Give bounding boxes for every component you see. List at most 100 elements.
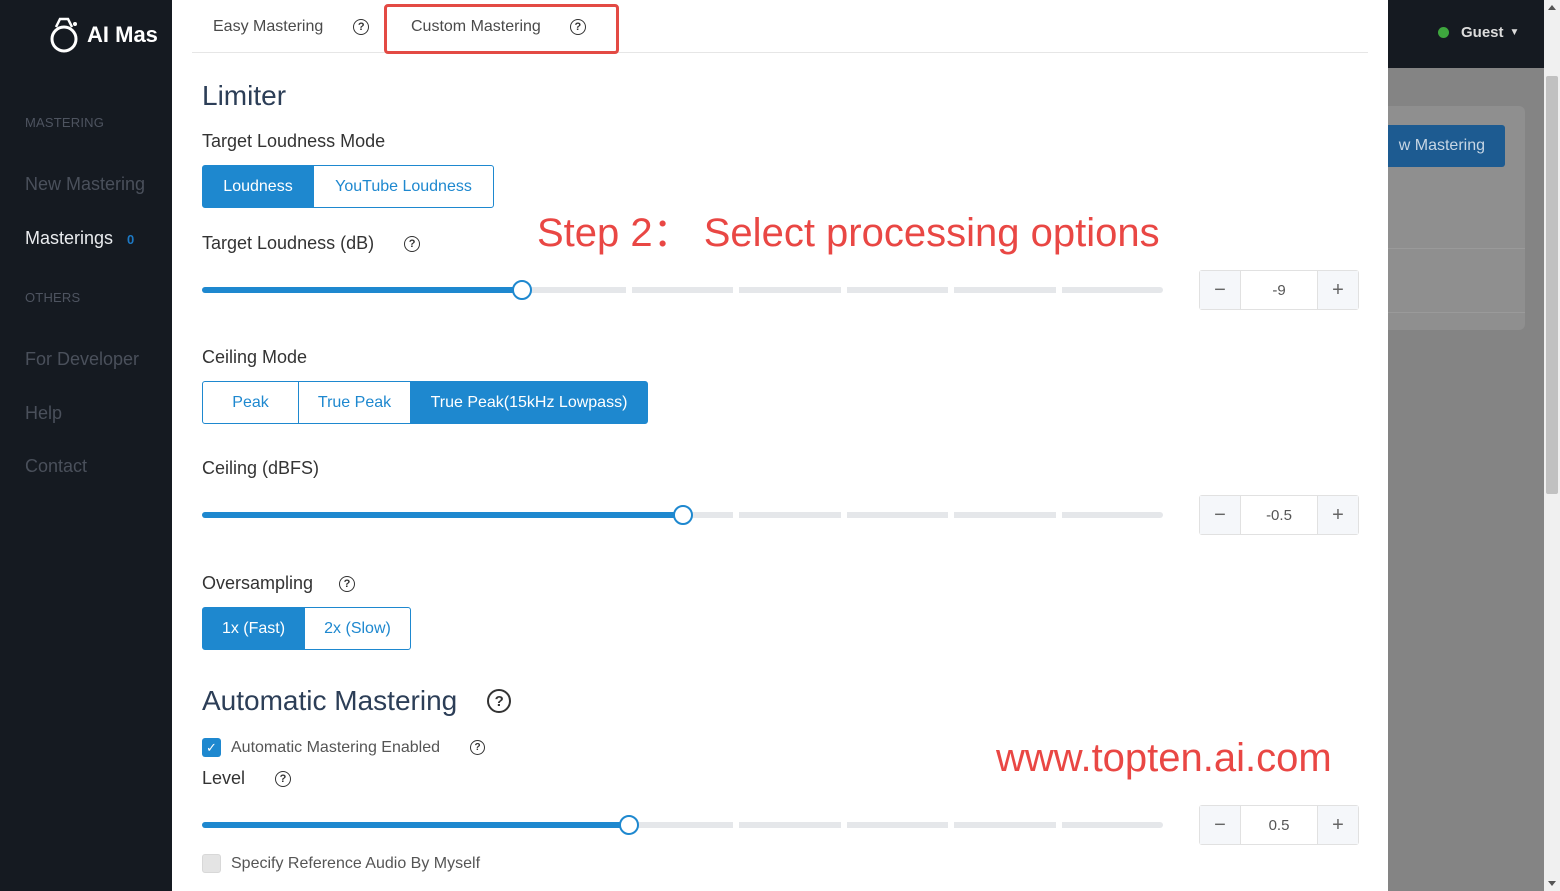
automatic-mastering-heading: Automatic Mastering ? xyxy=(202,685,512,717)
ceiling-stepper: − -0.5 + xyxy=(1199,495,1359,535)
card-divider xyxy=(1388,312,1525,313)
decrement-button[interactable]: − xyxy=(1200,806,1240,844)
slider-handle[interactable] xyxy=(673,505,693,525)
ceiling-value[interactable]: -0.5 xyxy=(1240,496,1318,534)
tab-label: Easy Mastering xyxy=(213,17,324,35)
target-loudness-mode-label: Target Loudness Mode xyxy=(202,131,386,151)
slider-track-segment xyxy=(524,287,626,293)
slider-track-segment xyxy=(954,822,1056,828)
slider-track-segment xyxy=(1061,512,1163,518)
new-mastering-button[interactable]: w Mastering xyxy=(1372,125,1505,167)
caret-down-icon: ▼ xyxy=(1509,27,1520,38)
masterings-count-badge: 0 xyxy=(127,232,135,247)
help-icon[interactable]: ? xyxy=(275,770,292,787)
level-label: Level ? xyxy=(202,768,292,789)
card-divider xyxy=(1388,248,1525,249)
slider-fill xyxy=(202,822,629,828)
oversampling-text: Oversampling xyxy=(202,573,314,593)
level-text: Level xyxy=(202,768,246,788)
site-watermark: www.topten.ai.com xyxy=(996,736,1332,780)
loudness-mode-youtube-button[interactable]: YouTube Loudness xyxy=(313,165,494,208)
slider-fill xyxy=(202,512,683,518)
oversampling-1x-button[interactable]: 1x (Fast) xyxy=(202,607,305,650)
sidebar-item-label: Masterings xyxy=(25,228,114,248)
ceiling-mode-group: Peak True Peak True Peak(15kHz Lowpass) xyxy=(202,381,648,424)
slider-handle[interactable] xyxy=(512,280,532,300)
reference-audio-checkbox[interactable] xyxy=(202,854,221,873)
user-name: Guest xyxy=(1461,24,1504,41)
slider-track-segment xyxy=(954,287,1056,293)
loudness-mode-loudness-button[interactable]: Loudness xyxy=(202,165,314,208)
app-logo[interactable]: AI Mas xyxy=(47,14,158,56)
help-icon[interactable]: ? xyxy=(404,235,421,252)
user-menu[interactable]: Guest ▼ xyxy=(1438,24,1519,41)
slider-track-segment xyxy=(631,822,734,828)
increment-button[interactable]: + xyxy=(1318,271,1358,309)
limiter-title: Limiter xyxy=(202,80,287,111)
target-loudness-value[interactable]: -9 xyxy=(1240,271,1318,309)
oversampling-label: Oversampling ? xyxy=(202,573,356,594)
step-annotation: Step 2： Select processing options xyxy=(537,211,1160,255)
target-loudness-slider[interactable] xyxy=(202,280,1163,300)
slider-track-segment xyxy=(1061,822,1163,828)
sidebar-item-new-mastering[interactable]: New Mastering xyxy=(25,174,145,195)
sidebar-item-contact[interactable]: Contact xyxy=(25,456,87,477)
slider-fill xyxy=(202,287,522,293)
tab-easy-mastering[interactable]: Easy Mastering ? xyxy=(213,0,370,53)
level-stepper: − 0.5 + xyxy=(1199,805,1359,845)
ceiling-mode-peak-button[interactable]: Peak xyxy=(202,381,299,424)
scrollbar-thumb[interactable] xyxy=(1546,76,1558,494)
slider-track-segment xyxy=(1061,287,1163,293)
ceiling-mode-label: Ceiling Mode xyxy=(202,347,308,367)
increment-button[interactable]: + xyxy=(1318,806,1358,844)
reference-audio-row[interactable]: Specify Reference Audio By Myself xyxy=(202,854,480,873)
scroll-up-arrow-icon[interactable] xyxy=(1548,5,1556,10)
sidebar-item-help[interactable]: Help xyxy=(25,403,62,424)
increment-button[interactable]: + xyxy=(1318,496,1358,534)
slider-track-segment xyxy=(631,287,734,293)
level-value[interactable]: 0.5 xyxy=(1240,806,1318,844)
page-scrollbar[interactable] xyxy=(1544,0,1560,891)
automatic-mastering-title: Automatic Mastering xyxy=(202,685,458,716)
help-icon[interactable]: ? xyxy=(353,18,370,35)
slider-track-segment xyxy=(739,287,841,293)
target-loudness-label: Target Loudness (dB) ? xyxy=(202,233,421,254)
reference-audio-label: Specify Reference Audio By Myself xyxy=(231,854,481,872)
decrement-button[interactable]: − xyxy=(1200,496,1240,534)
sidebar-section-others: OTHERS xyxy=(25,290,81,305)
logo-icon xyxy=(50,17,78,53)
scroll-down-arrow-icon[interactable] xyxy=(1548,881,1556,886)
help-icon[interactable]: ? xyxy=(470,740,485,755)
sidebar: AI Mas MASTERING New Mastering Mastering… xyxy=(0,0,172,891)
decrement-button[interactable]: − xyxy=(1200,271,1240,309)
logo-text: AI Mas xyxy=(87,22,158,47)
sidebar-section-mastering: MASTERING xyxy=(25,115,105,130)
automatic-mastering-checkbox[interactable]: ✓ xyxy=(202,738,221,757)
slider-track-segment xyxy=(846,512,949,518)
target-loudness-stepper: − -9 + xyxy=(1199,270,1359,310)
automatic-mastering-enabled-label: Automatic Mastering Enabled xyxy=(231,738,440,756)
sidebar-item-masterings[interactable]: Masterings 0 xyxy=(25,228,134,249)
slider-track-segment xyxy=(954,512,1056,518)
online-status-icon xyxy=(1438,27,1449,38)
help-icon[interactable]: ? xyxy=(339,575,356,592)
target-loudness-text: Target Loudness (dB) xyxy=(202,233,375,253)
sidebar-item-for-developer[interactable]: For Developer xyxy=(25,349,139,370)
slider-handle[interactable] xyxy=(619,815,639,835)
target-loudness-mode-group: Loudness YouTube Loudness xyxy=(202,165,494,208)
slider-track-segment xyxy=(846,287,949,293)
oversampling-group: 1x (Fast) 2x (Slow) xyxy=(202,607,411,650)
slider-track-segment xyxy=(739,822,841,828)
ceiling-slider[interactable] xyxy=(202,505,1163,525)
ceiling-mode-true-peak-button[interactable]: True Peak xyxy=(298,381,411,424)
level-slider[interactable] xyxy=(202,815,1163,835)
tab-highlight-box xyxy=(384,4,619,54)
ceiling-mode-true-peak-lowpass-button[interactable]: True Peak(15kHz Lowpass) xyxy=(410,381,648,424)
automatic-mastering-enabled-row[interactable]: ✓ Automatic Mastering Enabled ? xyxy=(202,738,485,757)
help-icon[interactable]: ? xyxy=(487,689,512,713)
mastering-tabs: Easy Mastering ? Custom Mastering ? xyxy=(192,0,1368,53)
slider-track-segment xyxy=(739,512,841,518)
ceiling-label: Ceiling (dBFS) xyxy=(202,458,320,478)
slider-track-segment xyxy=(846,822,949,828)
oversampling-2x-button[interactable]: 2x (Slow) xyxy=(304,607,411,650)
